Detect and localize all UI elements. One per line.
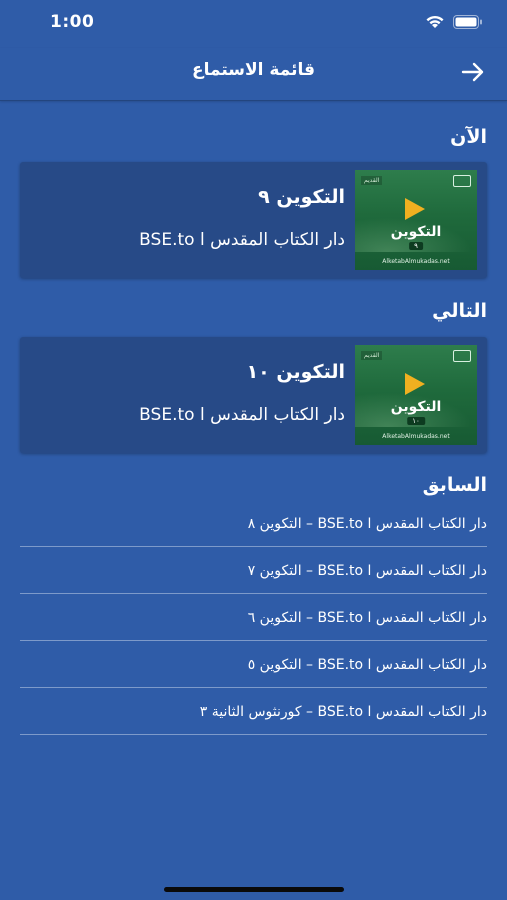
play-icon [405,198,425,220]
episode-publisher: دار الكتاب المقدس ا BSE.to [139,405,345,425]
status-bar: 1:00 [0,0,507,48]
section-title-previous: السابق [422,474,487,496]
wifi-icon [425,14,445,33]
status-icons [425,14,483,33]
status-time: 1:00 [50,12,95,32]
up-next-card[interactable]: القديم التكوين ١٠ AlketabAlmukadas.net ا… [20,337,487,453]
episode-publisher: دار الكتاب المقدس ا BSE.to [139,230,345,250]
section-title-next: التالي [432,300,487,322]
page-title: قائمة الاستماع [191,60,316,80]
artwork-number: ١٠ [407,417,425,425]
battery-icon [453,14,483,33]
play-icon [405,373,425,395]
previous-episodes-list: دار الكتاب المقدس ا BSE.to – التكوين ٨ د… [20,500,487,735]
artwork-tag: القديم [361,351,383,360]
artwork-title: التكوين [390,399,442,415]
publisher-logo-icon [453,350,471,362]
episode-title: التكوين ٩ [258,186,345,208]
artwork-number: ٩ [409,242,423,250]
artwork-url: AlketabAlmukadas.net [382,433,450,440]
list-item[interactable]: دار الكتاب المقدس ا BSE.to – التكوين ٧ [20,547,487,594]
list-item[interactable]: دار الكتاب المقدس ا BSE.to – التكوين ٦ [20,594,487,641]
arrow-right-icon [461,62,485,86]
list-item[interactable]: دار الكتاب المقدس ا BSE.to – كورنثوس الث… [20,688,487,735]
section-title-now: الآن [450,126,487,148]
artwork-title: التكوين [390,224,442,240]
artwork-url: AlketabAlmukadas.net [382,258,450,265]
now-playing-card[interactable]: القديم التكوين ٩ AlketabAlmukadas.net ال… [20,162,487,278]
navigation-bar: قائمة الاستماع [0,48,507,101]
episode-title: التكوين ١٠ [246,361,345,383]
episode-artwork: القديم التكوين ٩ AlketabAlmukadas.net [355,170,477,270]
publisher-logo-icon [453,175,471,187]
back-button[interactable] [459,61,487,87]
episode-artwork: القديم التكوين ١٠ AlketabAlmukadas.net [355,345,477,445]
list-item[interactable]: دار الكتاب المقدس ا BSE.to – التكوين ٥ [20,641,487,688]
list-item[interactable]: دار الكتاب المقدس ا BSE.to – التكوين ٨ [20,500,487,547]
artwork-tag: القديم [361,176,383,185]
home-indicator[interactable] [164,887,344,892]
